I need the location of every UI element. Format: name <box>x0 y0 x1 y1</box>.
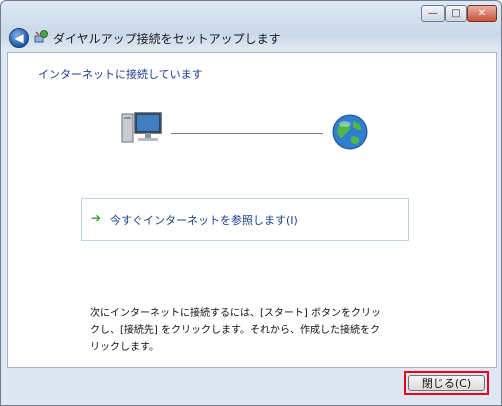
info-line-1: 次にインターネットに接続するには、[スタート] ボタンをクリッ <box>90 308 381 319</box>
page-heading: インターネットに接続しています <box>38 68 203 81</box>
content-panel: インターネットに接続しています ➔ 今すぐインターネットを参照します(I) 次に… <box>7 52 497 368</box>
browse-internet-label: 今すぐインターネットを参照します(I) <box>110 214 298 227</box>
close-button[interactable]: 閉じる(C) <box>408 375 485 391</box>
globe-icon <box>332 114 368 150</box>
green-arrow-icon: ➔ <box>91 211 102 225</box>
computer-icon <box>121 112 162 143</box>
back-button[interactable]: ◀ <box>9 28 29 48</box>
close-window-button[interactable]: ✕ <box>467 5 497 22</box>
minimize-button[interactable]: — <box>421 5 445 22</box>
dialup-connection-icon <box>34 30 48 43</box>
connection-line <box>171 133 323 134</box>
wizard-window: — □ ✕ ◀ ダイヤルアップ接続をセットアップします インターネットに接続して… <box>0 0 502 406</box>
info-line-3: リックします。 <box>90 342 159 353</box>
browse-internet-link[interactable]: ➔ 今すぐインターネットを参照します(I) <box>81 198 409 241</box>
window-title: ダイヤルアップ接続をセットアップします <box>53 32 281 46</box>
info-text: 次にインターネットに接続するには、[スタート] ボタンをクリッ クし、[接続先]… <box>90 305 390 356</box>
maximize-button[interactable]: □ <box>445 5 467 22</box>
info-line-2: クし、[接続先] をクリックします。それから、作成した接続をク <box>90 325 380 336</box>
